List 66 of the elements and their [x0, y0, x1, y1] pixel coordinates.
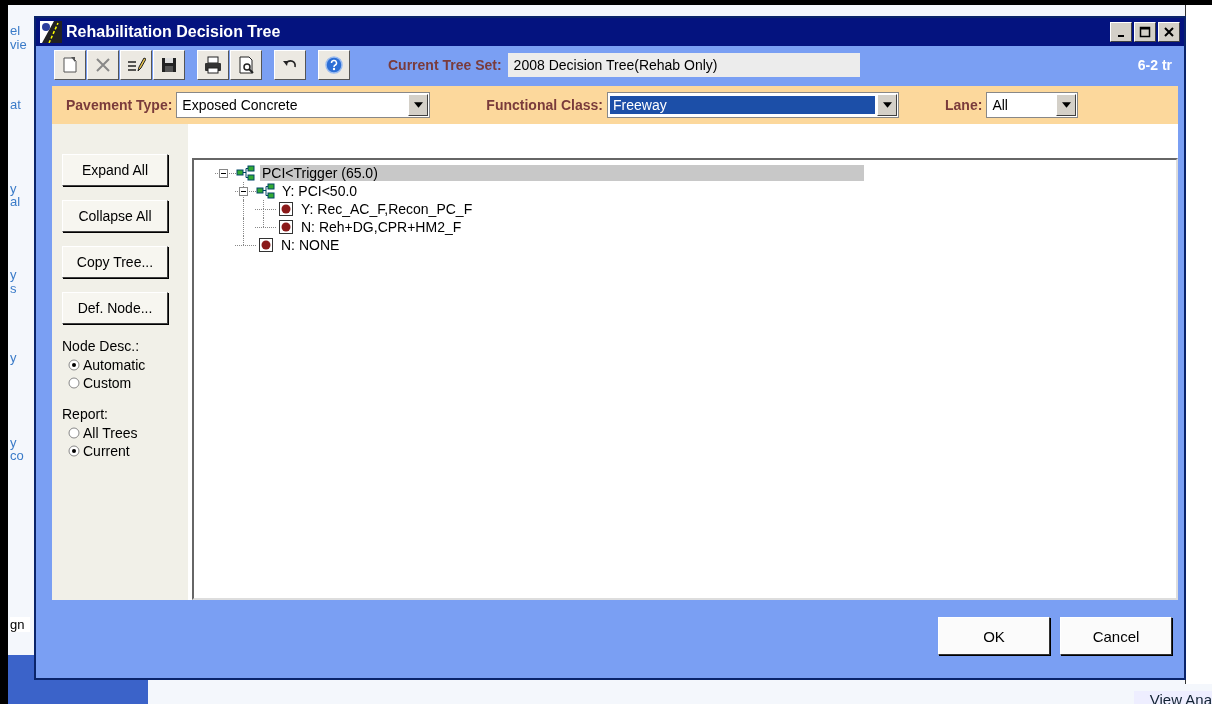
maximize-button[interactable]: [1134, 22, 1156, 42]
background-text: s: [10, 281, 17, 296]
background-text: vie: [10, 37, 27, 52]
filter-label: Pavement Type:: [66, 97, 173, 113]
current-tree-set-field: 2008 Decision Tree(Rehab Only): [507, 53, 860, 77]
side-button[interactable]: Collapse All: [62, 200, 168, 232]
window-title: Rehabilitation Decision Tree: [66, 23, 282, 41]
maximize-icon: [1139, 26, 1151, 38]
background-text: y: [10, 181, 17, 196]
background-text: y: [10, 435, 17, 450]
dropdown-arrow-icon: [413, 102, 423, 108]
background-text: el: [10, 23, 21, 38]
edit-button[interactable]: [120, 50, 152, 80]
collapse-icon[interactable]: [239, 186, 248, 196]
tree-node[interactable]: PCI<Trigger (65.0): [260, 165, 864, 181]
minimize-button[interactable]: [1110, 22, 1132, 42]
toolbar-note: 6-2 tr: [1137, 57, 1172, 73]
minimize-icon: [1118, 35, 1124, 37]
undo-button[interactable]: [274, 50, 306, 80]
background-text: y: [10, 350, 17, 365]
save-button[interactable]: [153, 50, 185, 80]
radio-option[interactable]: Automatic: [68, 356, 146, 374]
new-button[interactable]: [54, 50, 86, 80]
tree-node[interactable]: N: NONE: [279, 237, 342, 253]
dropdown-arrow-icon: [882, 102, 892, 108]
side-button[interactable]: Copy Tree...: [62, 246, 168, 278]
collapse-icon[interactable]: [219, 168, 228, 178]
side-button[interactable]: Def. Node...: [62, 292, 168, 324]
print-preview-button[interactable]: [230, 50, 262, 80]
tree-node[interactable]: N: Reh+DG,CPR+HM2_F: [299, 219, 464, 235]
group-label: Report:: [62, 406, 108, 422]
road-icon: [40, 21, 62, 43]
group-label: Node Desc.:: [62, 338, 140, 354]
background-text: at: [10, 97, 21, 112]
radio-option[interactable]: Custom: [68, 374, 132, 392]
background-text: y: [10, 267, 17, 282]
background-text: al: [10, 194, 21, 209]
close-button[interactable]: [1158, 22, 1180, 42]
side-button[interactable]: Expand All: [62, 154, 168, 186]
tree-node[interactable]: Y: PCI<50.0: [280, 183, 360, 199]
close-icon: [1163, 26, 1175, 38]
radio-option[interactable]: Current: [68, 442, 130, 460]
printer-icon: [203, 55, 223, 75]
dropdown-arrow-icon: [1061, 102, 1071, 108]
background-text: gn: [10, 617, 31, 632]
dialog-button[interactable]: OK: [938, 617, 1050, 655]
leaf-node-icon: [279, 202, 293, 216]
hierarchy-icon: [236, 165, 256, 181]
dialog-button[interactable]: Cancel: [1060, 617, 1172, 655]
hierarchy-icon: [256, 183, 276, 199]
new-document-icon: [60, 55, 80, 75]
dropdown[interactable]: All: [986, 92, 1079, 118]
dropdown[interactable]: Freeway: [607, 92, 900, 118]
current-tree-set-label: Current Tree Set:: [388, 57, 502, 73]
print-button[interactable]: [197, 50, 229, 80]
dropdown[interactable]: Exposed Concrete: [176, 92, 431, 118]
filter-label: Lane:: [945, 97, 983, 113]
tree-node[interactable]: Y: Rec_AC_F,Recon_PC_F: [299, 201, 475, 217]
help-button[interactable]: [318, 50, 350, 80]
filter-label: Functional Class:: [486, 97, 604, 113]
leaf-node-icon: [259, 238, 273, 252]
leaf-node-icon: [279, 220, 293, 234]
help-icon: [324, 55, 344, 75]
delete-button[interactable]: [87, 50, 119, 80]
radio-option[interactable]: All Trees: [68, 424, 138, 442]
page-magnifier-icon: [236, 55, 256, 75]
